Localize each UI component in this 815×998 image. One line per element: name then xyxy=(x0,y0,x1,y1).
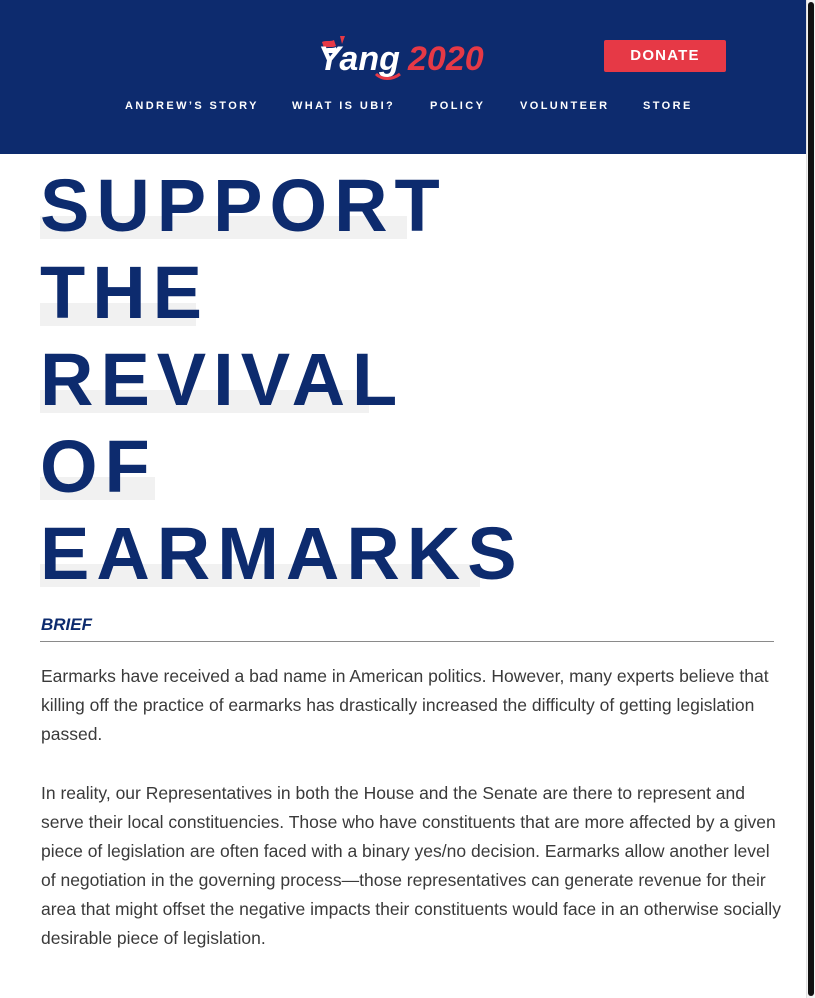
yang2020-logo[interactable]: Yang 2020 xyxy=(318,30,498,82)
title-line: SUPPORT xyxy=(40,162,524,249)
scrollbar-thumb[interactable] xyxy=(808,2,814,996)
brief-label: BRIEF xyxy=(41,615,92,634)
logo-text-yang: Yang xyxy=(318,40,400,78)
title-line: THE xyxy=(40,249,524,336)
donate-button[interactable]: DONATE xyxy=(604,40,726,72)
title-line: EARMARKS xyxy=(40,510,524,597)
nav-item-store[interactable]: STORE xyxy=(643,100,693,112)
title-word: OF xyxy=(40,425,157,508)
nav-item-what-is-ubi[interactable]: WHAT IS UBI? xyxy=(292,100,395,112)
page-title: SUPPORT THE REVIVAL OF EARMARKS xyxy=(40,162,524,597)
brief-divider xyxy=(40,641,774,642)
article-paragraph-1: Earmarks have received a bad name in Ame… xyxy=(41,666,769,744)
main-nav: ANDREW’S STORY WHAT IS UBI? POLICY VOLUN… xyxy=(0,100,815,116)
scrollbar[interactable] xyxy=(806,0,815,998)
nav-item-andrews-story[interactable]: ANDREW’S STORY xyxy=(125,100,259,112)
title-word: THE xyxy=(40,251,209,334)
site-header: Yang 2020 DONATE ANDREW’S STORY WHAT IS … xyxy=(0,0,815,154)
nav-item-policy[interactable]: POLICY xyxy=(430,100,485,112)
logo-text-year: 2020 xyxy=(407,40,484,78)
article-paragraph-2: In reality, our Representatives in both … xyxy=(41,783,781,948)
title-word: REVIVAL xyxy=(40,338,405,421)
title-line: OF xyxy=(40,423,524,510)
flag-y-icon: Yang 2020 xyxy=(318,36,484,80)
title-word: EARMARKS xyxy=(40,512,524,595)
title-line: REVIVAL xyxy=(40,336,524,423)
title-word: SUPPORT xyxy=(40,164,447,247)
nav-item-volunteer[interactable]: VOLUNTEER xyxy=(520,100,609,112)
